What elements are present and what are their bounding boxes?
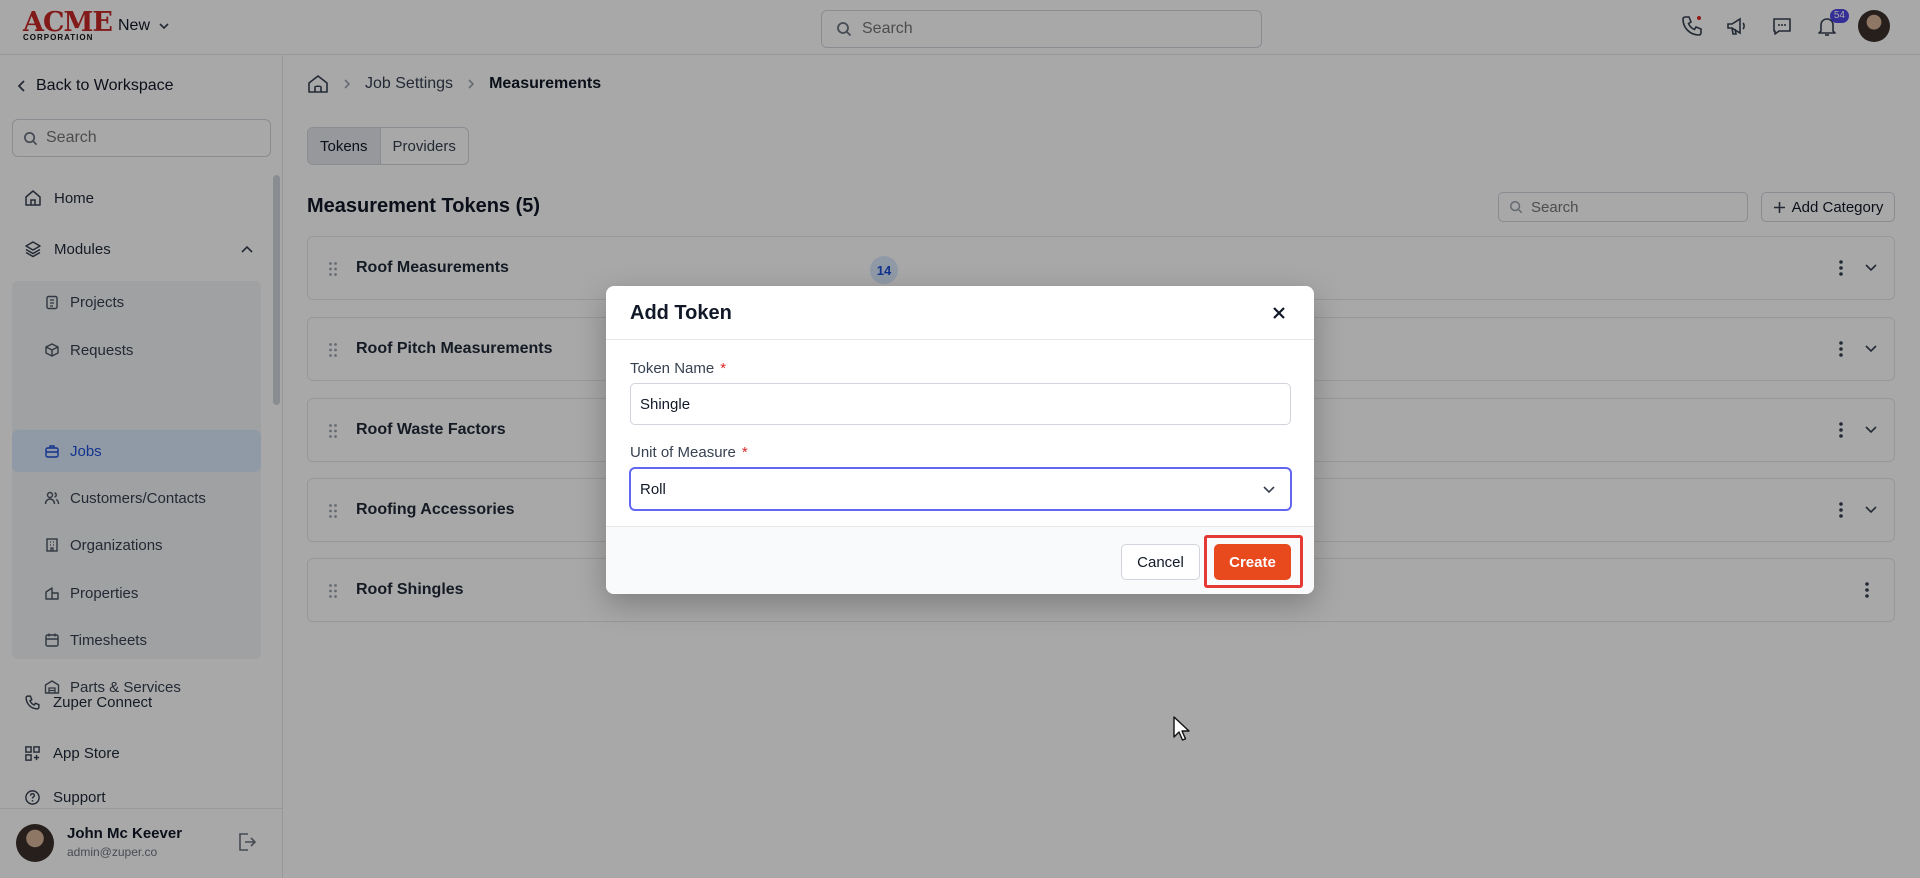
mouse-cursor-icon (1173, 716, 1190, 741)
token-name-input[interactable] (640, 395, 1260, 413)
close-button[interactable] (1268, 302, 1290, 324)
create-button-highlight (1204, 535, 1303, 588)
unit-of-measure-label: Unit of Measure * (630, 444, 748, 461)
token-name-label: Token Name * (630, 360, 727, 377)
close-icon (1273, 307, 1285, 319)
unit-of-measure-value: Roll (640, 480, 666, 498)
token-name-field[interactable] (630, 383, 1291, 425)
required-mark: * (741, 444, 748, 461)
unit-of-measure-select[interactable]: Roll (630, 468, 1291, 510)
dialog-header: Add Token (606, 286, 1314, 340)
cancel-button[interactable]: Cancel (1121, 544, 1200, 580)
dialog-title: Add Token (630, 302, 732, 324)
chevron-down-icon (1263, 486, 1275, 494)
required-mark: * (720, 360, 727, 377)
